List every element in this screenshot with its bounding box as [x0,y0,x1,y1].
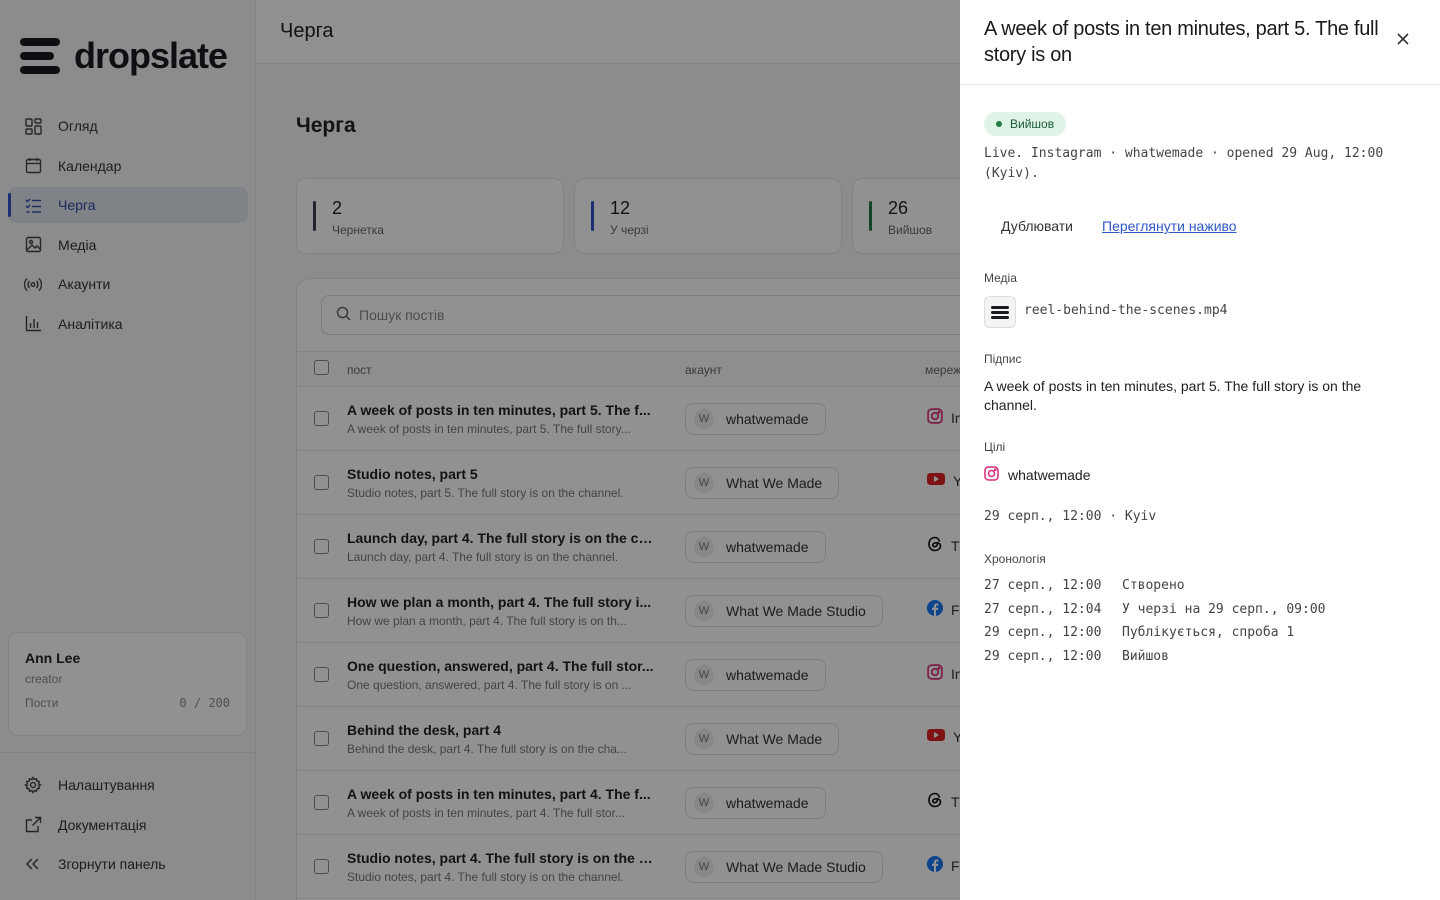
timeline-event: Вийшов [1122,648,1169,664]
view-live-link[interactable]: Переглянути наживо [1102,218,1237,234]
timeline-event: Публікується, спроба 1 [1122,625,1295,640]
timeline-entry: 27 серп., 12:04 У черзі на 29 серп., 09:0… [984,602,1326,626]
close-button[interactable] [1394,32,1412,50]
timeline-date: 29 серп., 12:00 [984,625,1102,640]
target-account-name: whatwemade [1008,467,1091,483]
status-label: Вийшов [1010,117,1055,131]
targets-section-label: Цілі [984,440,1006,454]
live-status-text: Live. Instagram · whatwemade · opened 29… [984,146,1384,181]
instagram-icon [984,466,999,484]
status-badge: Вийшов [984,112,1067,136]
target-account: whatwemade [984,466,1091,484]
timeline-entry: 27 серп., 12:00 Створено [984,578,1326,602]
timeline-entry: 29 серп., 12:00 Публікується, спроба 1 [984,625,1326,649]
drawer-header: A week of posts in ten minutes, part 5. … [960,0,1440,85]
timeline-event: Створено [1122,578,1185,593]
timeline-section-label: Хронологія [984,552,1046,566]
duplicate-button[interactable]: Дублювати [1001,218,1073,234]
media-thumbnail[interactable] [984,296,1016,328]
caption-text: A week of posts in ten minutes, part 5. … [984,378,1362,413]
timeline-entry: 29 серп., 12:00 Вийшов [984,649,1326,673]
media-section-label: Медіа [984,271,1017,285]
close-icon [1397,32,1409,50]
timeline-date: 29 серп., 12:00 [984,648,1102,664]
status-dot-icon [996,121,1002,127]
timeline-date: 27 серп., 12:00 [984,578,1102,593]
caption-section-label: Підпис [984,352,1022,366]
timeline: 27 серп., 12:00 Створено 27 серп., 12:04 У… [984,578,1326,672]
post-detail-drawer: A week of posts in ten minutes, part 5. … [960,0,1440,900]
timeline-date: 27 серп., 12:04 [984,601,1102,617]
drawer-title: A week of posts in ten minutes, part 5. … [984,18,1379,66]
media-file-name[interactable]: reel-behind-the-scenes.mp4 [1024,303,1228,318]
timeline-event: У черзі на 29 серп., 09:00 [1122,601,1326,617]
schedule-time: 29 серп., 12:00 · Kyiv [984,509,1157,524]
